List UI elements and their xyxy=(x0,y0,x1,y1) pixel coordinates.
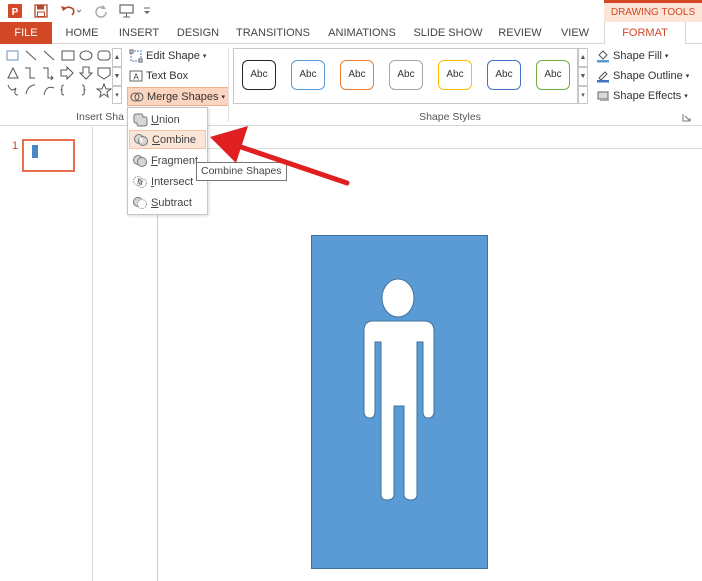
slide-thumbnails-pane xyxy=(0,127,93,581)
tab-slide-show[interactable]: SLIDE SHOW xyxy=(410,22,486,44)
shape-outline-dropdown-icon: ▾ xyxy=(685,73,690,80)
undo-icon[interactable] xyxy=(58,2,84,20)
menu-item-combine[interactable]: Combine xyxy=(129,130,206,149)
gallery-more[interactable]: ▾ xyxy=(112,86,122,104)
shape-effects-label: Shape Effects xyxy=(613,90,682,102)
person-icon[interactable] xyxy=(312,236,487,568)
tab-view[interactable]: VIEW xyxy=(554,22,596,44)
shape-style-swatch[interactable]: Abc xyxy=(389,60,423,90)
fragment-label: Fragment xyxy=(151,154,199,167)
slide-thumbnail[interactable] xyxy=(22,139,75,172)
menu-item-subtract[interactable]: Subtract xyxy=(129,193,206,212)
tab-transitions[interactable]: TRANSITIONS xyxy=(232,22,314,44)
union-icon xyxy=(129,110,151,129)
shape-style-swatch[interactable]: Abc xyxy=(438,60,472,90)
edit-shape-dropdown-icon: ▾ xyxy=(202,53,207,60)
gallery-scroll-down[interactable]: ▼ xyxy=(112,67,122,86)
combine-shapes-tooltip: Combine Shapes xyxy=(196,162,287,181)
tab-file[interactable]: FILE xyxy=(0,22,52,44)
shape-fill-button[interactable]: Shape Fill ▾ xyxy=(596,47,668,65)
save-icon[interactable] xyxy=(32,2,50,20)
svg-text:A: A xyxy=(133,73,139,82)
shape-outline-label: Shape Outline xyxy=(613,70,683,82)
union-label: Union xyxy=(151,113,180,126)
merge-shapes-dropdown-icon: ▾ xyxy=(221,93,226,101)
edit-shape-button[interactable]: Edit Shape ▾ xyxy=(129,47,206,65)
blue-rectangle-shape[interactable] xyxy=(311,235,488,569)
tab-home[interactable]: HOME xyxy=(56,22,108,44)
ribbon-tabs: FILE HOME INSERT DESIGN TRANSITIONS ANIM… xyxy=(0,22,702,45)
shape-outline-button[interactable]: Shape Outline ▾ xyxy=(596,67,689,85)
merge-shapes-icon xyxy=(130,92,144,101)
slide-number: 1 xyxy=(12,140,19,152)
tab-review[interactable]: REVIEW xyxy=(494,22,546,44)
start-presentation-icon[interactable] xyxy=(116,2,138,20)
shape-effects-icon xyxy=(597,91,609,101)
subtract-icon xyxy=(129,193,151,212)
tab-animations[interactable]: ANIMATIONS xyxy=(322,22,402,44)
tab-insert[interactable]: INSERT xyxy=(114,22,164,44)
slide-top-edge xyxy=(158,148,702,149)
menu-item-fragment[interactable]: Fragment xyxy=(129,151,206,170)
edit-shape-label: Edit Shape xyxy=(146,50,200,62)
merge-shapes-button[interactable]: Merge Shapes ▾ xyxy=(127,87,230,106)
styles-scroll-down[interactable]: ▼ xyxy=(578,67,588,86)
thumbnail-shape xyxy=(32,145,38,158)
shape-fill-dropdown-icon: ▾ xyxy=(664,53,669,60)
shape-effects-dropdown-icon: ▾ xyxy=(684,93,688,100)
dialog-launcher-icon[interactable] xyxy=(682,113,691,122)
merge-shapes-label: Merge Shapes xyxy=(147,90,219,103)
combine-label: Combine xyxy=(152,133,197,146)
svg-text:P: P xyxy=(12,7,19,18)
merge-shapes-menu: Union Combine Fragment Intersect Subtrac… xyxy=(127,107,208,215)
text-box-icon: A xyxy=(129,70,143,82)
shape-styles-group-label: Shape Styles xyxy=(419,111,481,123)
subtract-label: Subtract xyxy=(151,196,192,209)
menu-item-union[interactable]: Union xyxy=(129,110,206,129)
intersect-label: Intersect xyxy=(151,175,194,188)
shape-style-swatch[interactable]: Abc xyxy=(487,60,521,90)
text-box-label: Text Box xyxy=(146,70,189,82)
styles-scroll-up[interactable]: ▲ xyxy=(578,48,588,67)
shapes-gallery[interactable] xyxy=(4,48,113,104)
shape-style-swatch[interactable]: Abc xyxy=(536,60,570,90)
drawing-tools-context-label: DRAWING TOOLS xyxy=(604,0,702,22)
shape-style-swatch[interactable]: Abc xyxy=(291,60,325,90)
paint-bucket-icon xyxy=(597,50,609,63)
combine-icon xyxy=(130,130,152,149)
customize-qat-icon[interactable] xyxy=(140,2,154,20)
pen-icon xyxy=(597,71,609,83)
fragment-icon xyxy=(129,151,151,170)
powerpoint-icon: P xyxy=(6,2,24,20)
redo-icon[interactable] xyxy=(92,2,110,20)
quick-access-toolbar: P DRAWING TOOLS xyxy=(0,0,702,22)
shape-fill-label: Shape Fill xyxy=(613,50,662,62)
tab-design[interactable]: DESIGN xyxy=(172,22,224,44)
gallery-scroll-up[interactable]: ▲ xyxy=(112,48,122,67)
edit-shape-icon xyxy=(129,49,143,63)
shape-style-swatch[interactable]: Abc xyxy=(340,60,374,90)
group-separator xyxy=(228,48,229,122)
intersect-icon xyxy=(129,172,151,191)
tab-format[interactable]: FORMAT xyxy=(604,22,686,45)
insert-shapes-group-label: Insert Sha xyxy=(76,111,124,123)
shape-style-swatch[interactable]: Abc xyxy=(242,60,276,90)
text-box-button[interactable]: A Text Box xyxy=(129,67,188,85)
menu-item-intersect[interactable]: Intersect xyxy=(129,172,206,191)
styles-more[interactable]: ▾ xyxy=(578,86,588,104)
shape-effects-button[interactable]: Shape Effects ▾ xyxy=(596,87,688,105)
